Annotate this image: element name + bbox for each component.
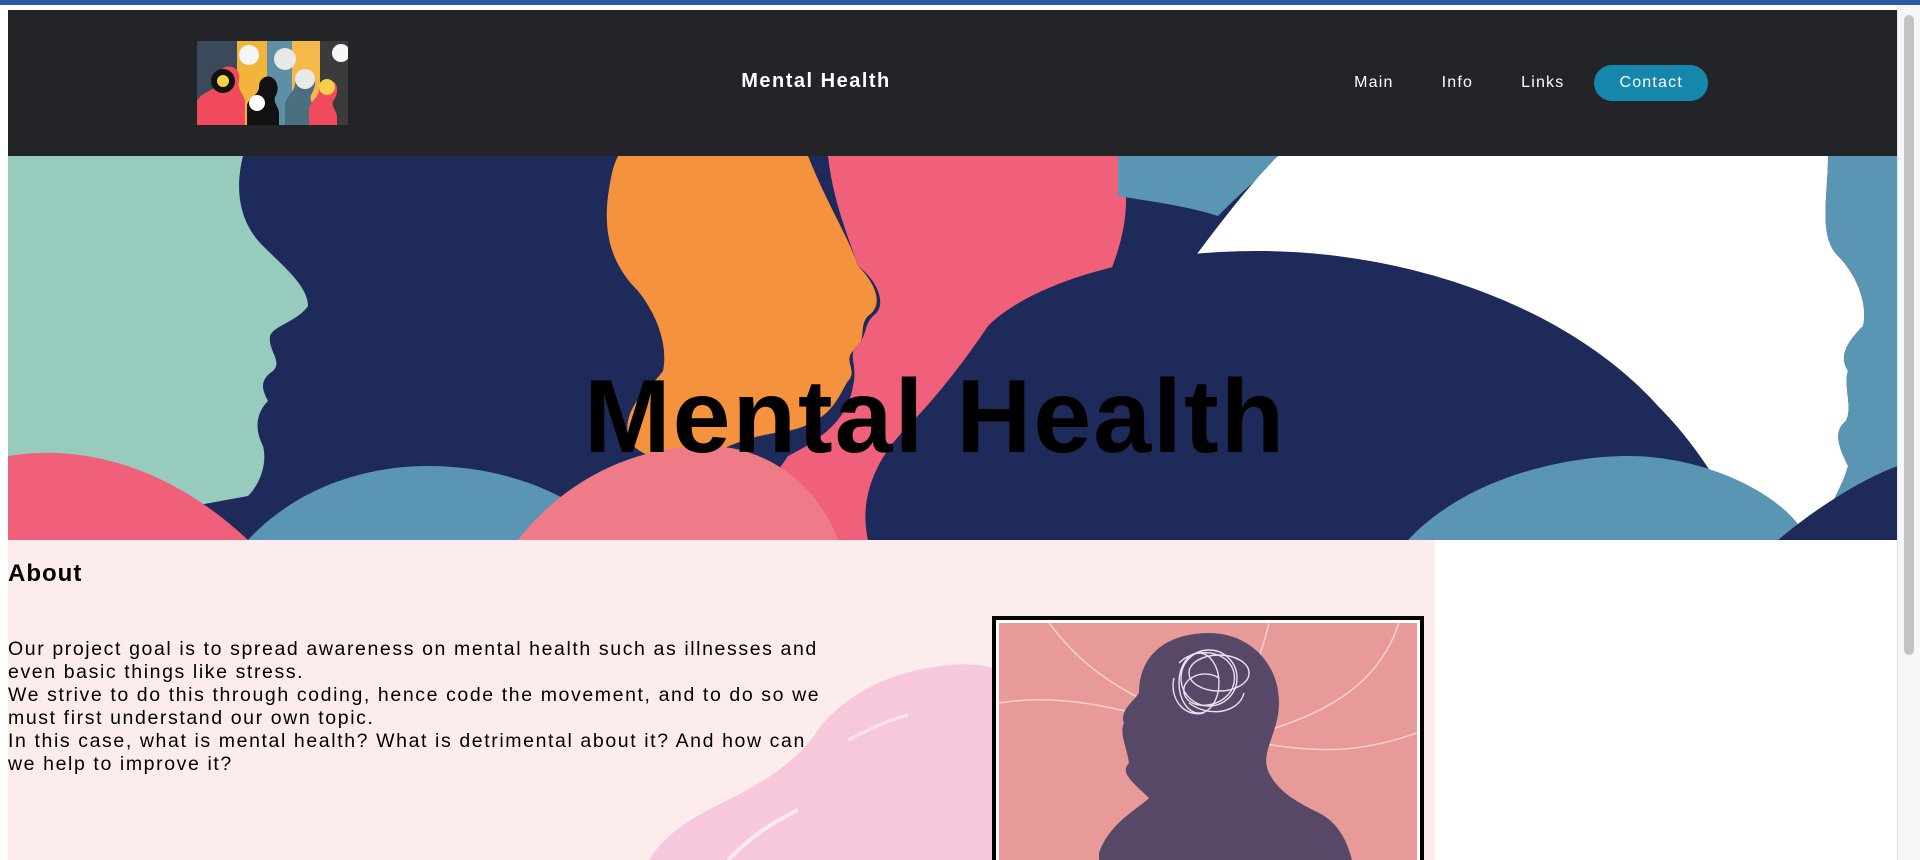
tangled-thoughts-illustration [999,623,1417,860]
nav-link-main[interactable]: Main [1336,66,1411,100]
about-section: About Our project goal is to spread awar… [8,540,1435,860]
scrollbar-thumb[interactable] [1904,15,1914,655]
window-top-accent [0,0,1920,5]
nav-link-info[interactable]: Info [1424,66,1492,100]
contact-button[interactable]: Contact [1594,65,1708,101]
main-nav: Main Info Links Contact [1336,65,1708,101]
navbar: Mental Health Main Info Links Contact [8,10,1898,156]
vertical-scrollbar[interactable] [1897,5,1920,860]
about-paragraph: In this case, what is mental health? Wha… [8,730,806,775]
nav-link-links[interactable]: Links [1503,66,1582,100]
web-page: Mental Health Main Info Links Contact Me… [8,10,1898,860]
browser-viewport: Mental Health Main Info Links Contact Me… [0,0,1920,860]
hero-title: Mental Health [584,358,1287,475]
about-text: Our project goal is to spread awareness … [8,638,828,776]
about-heading: About [8,560,83,587]
about-paragraph: We strive to do this through coding, hen… [8,684,821,729]
about-image [992,616,1424,860]
hero-banner: Mental Health [8,156,1898,540]
about-paragraph: Our project goal is to spread awareness … [8,638,818,683]
hero-illustration [8,156,1898,540]
